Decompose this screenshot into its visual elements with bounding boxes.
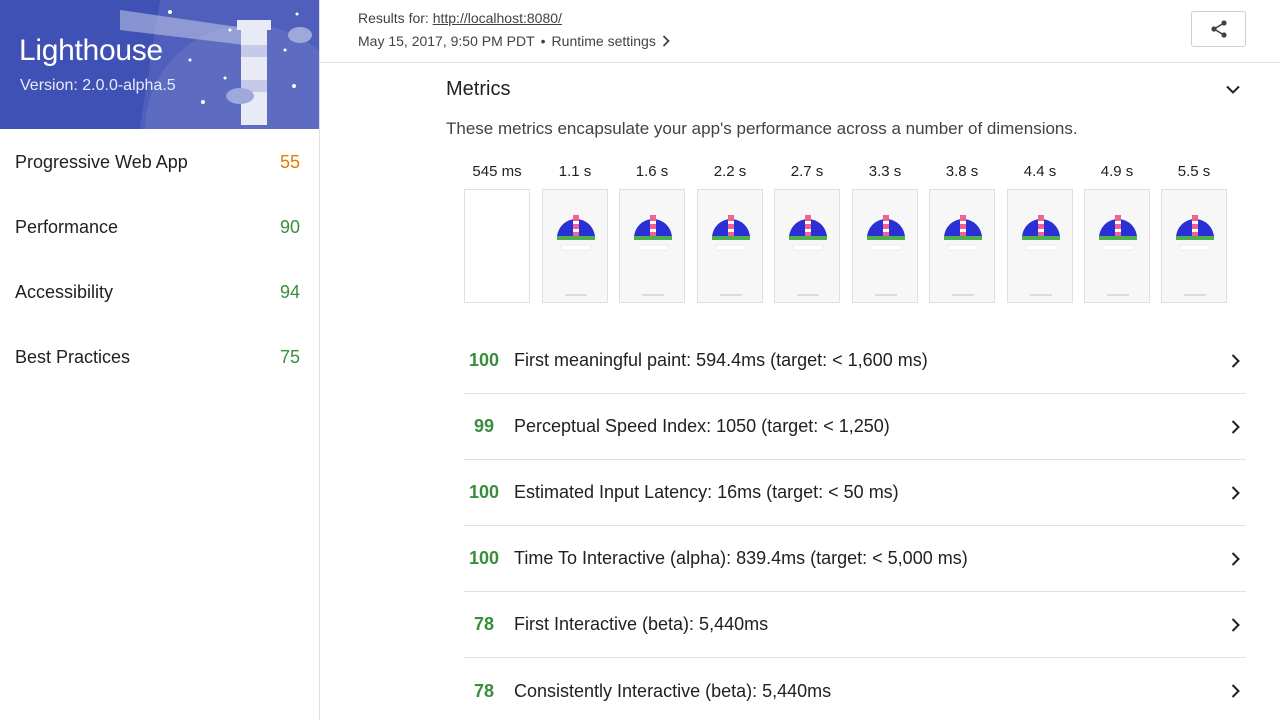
frame-time: 4.9 s [1100,163,1134,180]
sidebar-item-label: Progressive Web App [15,151,188,172]
sidebar-item-score: 94 [279,281,300,302]
frame-time: 1.6 s [635,163,669,180]
frame-screenshot [929,189,995,303]
frame-screenshot [619,189,685,303]
app-title: Lighthouse [19,34,163,67]
audit-row-perceptual-speed-index[interactable]: 99 Perceptual Speed Index: 1050 (target:… [464,394,1246,460]
sidebar-item-score: 75 [279,346,300,367]
chevron-down-icon [1226,85,1240,94]
frame-screenshot [852,189,918,303]
sidebar-item-label: Best Practices [15,346,131,367]
section-title: Metrics [446,78,511,100]
separator-dot: • [540,33,546,49]
results-url-link[interactable]: http://localhost:8080/ [433,10,562,26]
frame-screenshot [542,189,608,303]
sidebar-item-best-practices[interactable]: Best Practices 75 [0,337,319,377]
audit-row-consistently-interactive[interactable]: 78 Consistently Interactive (beta): 5,44… [464,658,1246,720]
audit-title: Perceptual Speed Index: 1050 (target: < … [514,416,890,436]
chevron-right-icon [1224,614,1246,636]
audit-score: 100 [468,548,500,568]
frame-screenshot [774,189,840,303]
sidebar-item-score: 55 [279,151,300,172]
audit-score: 100 [468,482,500,502]
audit-score: 78 [473,680,495,701]
chevron-right-icon [1224,482,1246,504]
audit-title: Consistently Interactive (beta): 5,440ms [514,680,832,701]
frame-blank [464,189,530,303]
sidebar-item-performance[interactable]: Performance 90 [0,207,319,247]
sidebar-item-accessibility[interactable]: Accessibility 94 [0,272,319,312]
audit-score: 78 [473,614,495,634]
chevron-right-icon [662,35,670,47]
frame-screenshot [1007,189,1073,303]
frame-time: 4.4 s [1023,163,1057,180]
results-prefix: Results for: [358,10,429,26]
frame-time: 1.1 s [558,163,592,180]
chevron-right-icon [1224,680,1246,702]
frame-time: 2.7 s [790,163,824,180]
app-version: Version: 2.0.0-alpha.5 [20,77,176,94]
lighthouse-header: Lighthouse Version: 2.0.0-alpha.5 [0,0,319,129]
audit-score: 99 [473,416,495,436]
frame-time: 3.8 s [945,163,979,180]
results-line: Results for: http://localhost:8080/ [358,10,562,26]
runtime-settings-label: Runtime settings [551,33,656,49]
audit-row-first-meaningful-paint[interactable]: 100 First meaningful paint: 594.4ms (tar… [464,328,1246,394]
frame-time: 3.3 s [868,163,902,180]
date-line: May 15, 2017, 9:50 PM PDT • Runtime sett… [358,33,670,49]
runtime-settings-button[interactable]: Runtime settings [552,33,670,49]
share-button[interactable] [1191,11,1246,47]
audit-title: Estimated Input Latency: 16ms (target: <… [514,482,899,502]
sidebar-item-label: Performance [15,216,119,237]
frame-time: 5.5 s [1177,163,1211,180]
frame-screenshot [697,189,763,303]
sidebar-item-label: Accessibility [15,281,114,302]
chevron-right-icon [1224,416,1246,438]
share-icon [1210,20,1227,38]
sidebar-item-pwa[interactable]: Progressive Web App 55 [0,142,319,182]
audit-row-estimated-input-latency[interactable]: 100 Estimated Input Latency: 16ms (targe… [464,460,1246,526]
frame-screenshot [1084,189,1150,303]
sidebar: Lighthouse Version: 2.0.0-alpha.5 Progre… [0,0,320,720]
frame-time: 545 ms [472,163,522,180]
audit-row-first-interactive[interactable]: 78 First Interactive (beta): 5,440ms [464,592,1246,658]
audit-title: Time To Interactive (alpha): 839.4ms (ta… [514,548,968,568]
audit-title: First Interactive (beta): 5,440ms [514,614,769,634]
collapse-toggle[interactable] [1222,78,1244,100]
chevron-right-icon [1224,548,1246,570]
audit-row-time-to-interactive[interactable]: 100 Time To Interactive (alpha): 839.4ms… [464,526,1246,592]
frame-screenshot [1161,189,1227,303]
sidebar-item-score: 90 [279,216,300,237]
audit-score: 100 [468,350,500,370]
report-date: May 15, 2017, 9:50 PM PDT [358,33,535,49]
audit-title: First meaningful paint: 594.4ms (target:… [514,350,928,370]
report-header: Results for: http://localhost:8080/ May … [320,0,1280,63]
frame-time: 2.2 s [713,163,747,180]
section-description: These metrics encapsulate your app's per… [446,119,1078,138]
chevron-right-icon [1224,350,1246,372]
